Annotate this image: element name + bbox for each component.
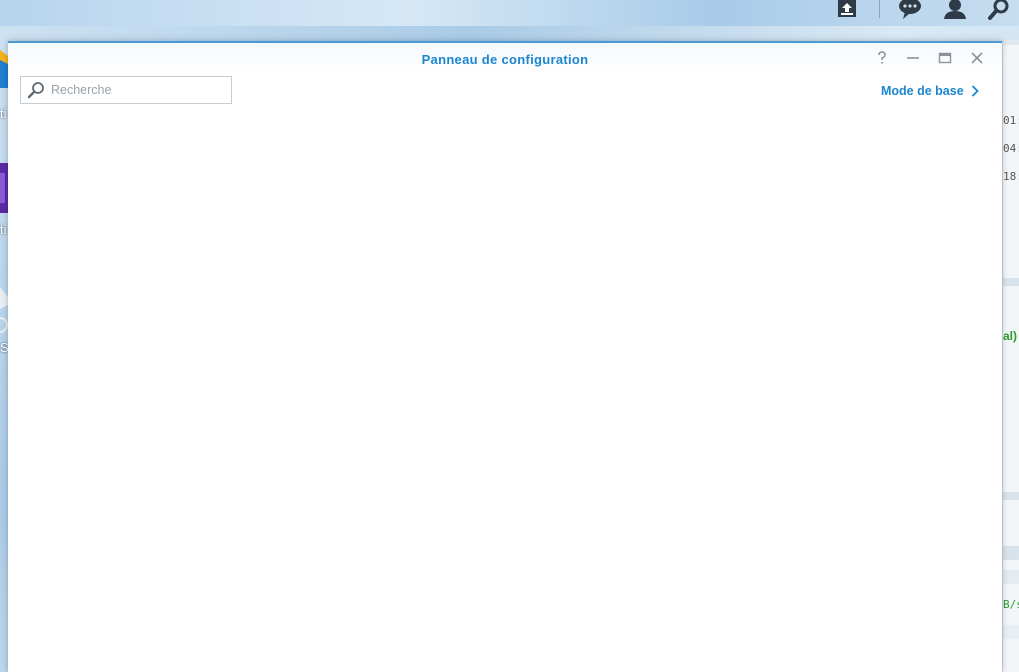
taskbar (0, 0, 1019, 26)
desktop-shortcut-icon[interactable] (0, 283, 8, 335)
basic-mode-label: Mode de base (881, 84, 964, 98)
widget-time: 18:0 (1003, 170, 1019, 183)
minimize-button[interactable] (905, 51, 921, 67)
chevron-right-icon (971, 85, 979, 97)
widget-time: 04:5 (1003, 142, 1019, 155)
desktop-shortcut-label: ti (0, 222, 7, 237)
help-button[interactable] (874, 50, 890, 69)
basic-mode-link[interactable]: Mode de base (881, 83, 979, 99)
user-icon[interactable] (942, 0, 968, 20)
widget-time: 01:0 (1003, 114, 1019, 127)
desktop-shortcut-icon[interactable] (0, 50, 8, 90)
taskbar-separator (879, 0, 880, 18)
window-titlebar[interactable]: Panneau de configuration (8, 43, 1002, 75)
window-title: Panneau de configuration (421, 52, 589, 67)
background-widget: 01:0 04:5 18:0 al) B/s (1002, 40, 1019, 672)
search-input[interactable] (51, 78, 227, 102)
maximize-icon (938, 50, 952, 69)
search-icon[interactable] (986, 0, 1012, 20)
close-button[interactable] (969, 51, 985, 67)
control-panel-window: Panneau de configuration Recherche Mode … (8, 41, 1002, 672)
help-icon (876, 50, 888, 69)
maximize-button[interactable] (937, 51, 953, 67)
search-field[interactable] (20, 76, 232, 104)
desktop-shortcut-icon[interactable] (0, 163, 8, 213)
search-icon (21, 77, 51, 103)
minimize-icon (906, 50, 920, 69)
widget-status: al) (1003, 329, 1018, 343)
close-icon (970, 50, 984, 69)
upload-icon[interactable] (834, 0, 860, 20)
widget-speed: B/s (1003, 598, 1019, 611)
desktop-shortcut-label: ti (0, 106, 7, 121)
chat-icon[interactable] (897, 0, 923, 20)
